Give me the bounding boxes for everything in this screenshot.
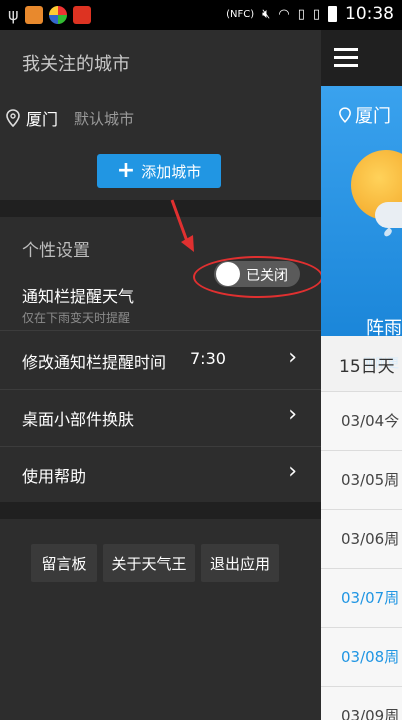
battery-icon: [328, 6, 337, 22]
forecast-day-label: 03/09周: [341, 707, 400, 720]
notification-app-icon-red: [72, 5, 91, 24]
forecast-day-label: 03/07周: [341, 589, 400, 607]
section-separator: [0, 502, 321, 519]
side-drawer: 我关注的城市 厦门 默认城市 + 添加城市 个性设置 通知栏提醒天气 仅在下雨变…: [0, 30, 323, 720]
forecast-day-label: 03/08周: [341, 648, 400, 666]
menu-icon[interactable]: [334, 48, 358, 72]
forecast-day-row[interactable]: 03/09周: [321, 686, 402, 720]
widget-skin-label: 桌面小部件换肤: [22, 410, 135, 429]
forecast-day-row[interactable]: 03/04今: [321, 391, 402, 450]
message-board-button[interactable]: 留言板: [31, 544, 97, 582]
raindrop-icon: [382, 227, 394, 238]
forecast-day-row[interactable]: 03/06周: [321, 509, 402, 568]
sim-icon: ▯: [297, 6, 305, 22]
help-label: 使用帮助: [22, 467, 87, 486]
forecast-title: 15日天: [339, 357, 395, 377]
forecast-day-label: 03/05周: [341, 471, 400, 489]
main-top-bar: [321, 30, 402, 86]
forecast-day-label: 03/06周: [341, 530, 400, 548]
annotation-arrow: [170, 199, 194, 252]
widget-skin-row[interactable]: 桌面小部件换肤 ›: [0, 390, 321, 446]
exit-app-button[interactable]: 退出应用: [201, 544, 279, 582]
wifi-icon: ◠: [278, 6, 290, 22]
forecast-day-row[interactable]: 03/07周: [321, 568, 402, 627]
current-city-name: 厦门: [355, 106, 391, 127]
status-time: 10:38: [345, 4, 394, 24]
nfc-icon: (NFC): [226, 8, 255, 20]
current-city: 厦门: [339, 102, 391, 128]
notification-app-icon-orange: [24, 5, 43, 24]
forecast-day-label: 03/04今: [341, 412, 400, 430]
notify-time-label: 修改通知栏提醒时间: [22, 353, 167, 372]
current-weather-card: 厦门 阵雨 刚刚更: [321, 86, 402, 370]
forecast-day-row[interactable]: 03/05周: [321, 450, 402, 509]
sim2-icon: ▯: [312, 6, 320, 22]
notification-app-icon-color: [48, 5, 67, 24]
status-bar: ψ (NFC) 🔇︎ ◠ ▯ ▯ 10:38: [0, 0, 402, 30]
cloud-icon: [375, 202, 402, 228]
main-weather-panel: 厦门 阵雨 刚刚更 15日天 03/04今 03/05周 03/06周 03/07周 0…: [321, 30, 402, 720]
forecast-day-row[interactable]: 03/08周: [321, 627, 402, 686]
weather-condition: 阵雨: [366, 318, 402, 339]
chevron-right-icon: ›: [288, 459, 297, 484]
help-row[interactable]: 使用帮助 ›: [0, 447, 321, 502]
usb-icon: ψ: [8, 5, 19, 24]
notify-time-value: 7:30: [190, 349, 226, 368]
chevron-right-icon: ›: [288, 402, 297, 427]
notify-time-row[interactable]: 修改通知栏提醒时间 7:30 ›: [0, 331, 321, 389]
location-pin-icon: [339, 107, 351, 123]
mute-icon: 🔇︎: [262, 6, 271, 22]
about-button[interactable]: 关于天气王: [103, 544, 195, 582]
chevron-right-icon: ›: [288, 345, 297, 370]
